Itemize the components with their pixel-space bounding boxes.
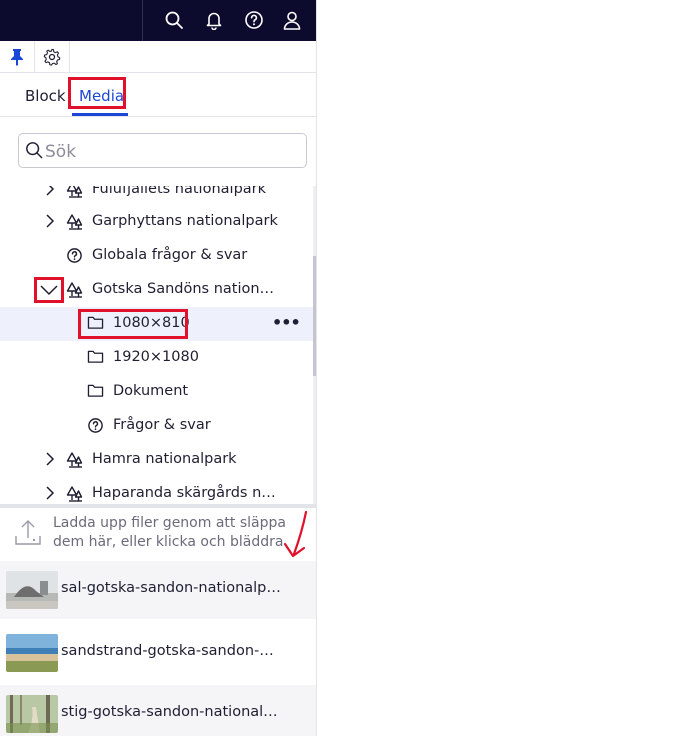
media-folder-tree: Fulufjällets nationalpark Garphyttans na… <box>0 186 316 504</box>
question-icon <box>66 247 83 268</box>
tree-item-label: Fulufjällets nationalpark <box>92 186 267 197</box>
tree-item-label: Haparanda skärgårds n… <box>92 485 276 501</box>
tree-item-label: Gotska Sandöns nation… <box>92 281 275 297</box>
search-field[interactable]: Sök <box>18 133 307 168</box>
folder-icon <box>87 349 104 368</box>
park-icon <box>66 186 84 203</box>
top-bar-divider <box>142 0 143 41</box>
media-list-item[interactable]: stig-gotska-sandon-national… <box>0 685 316 736</box>
tab-block[interactable]: Block <box>25 87 66 105</box>
tree-scrollbar[interactable] <box>313 186 316 504</box>
tree-item[interactable]: Globala frågor & svar <box>0 239 316 273</box>
highlight-box-media-tab <box>68 77 126 109</box>
media-thumbnail <box>6 634 58 672</box>
chevron-right-icon[interactable] <box>44 452 56 470</box>
tree-item[interactable]: Garphyttans nationalpark <box>0 205 316 239</box>
media-panel: Block Media Sök Fulufjällets nationalpar… <box>0 0 317 736</box>
tree-item-label: 1920×1080 <box>113 349 199 365</box>
tree-item[interactable]: Fulufjällets nationalpark <box>0 186 316 207</box>
media-file-name: sal-gotska-sandon-nationalp… <box>61 580 281 596</box>
tree-item-label: Hamra nationalpark <box>92 451 237 467</box>
tree-item[interactable]: Dokument <box>0 375 316 409</box>
media-file-name: stig-gotska-sandon-national… <box>61 704 278 720</box>
tree-item-label: Frågor & svar <box>113 417 211 433</box>
park-icon <box>66 485 84 504</box>
park-icon <box>66 281 84 303</box>
bell-icon[interactable] <box>202 8 226 32</box>
user-icon[interactable] <box>280 8 304 32</box>
upload-icon <box>14 518 42 552</box>
tree-item[interactable]: Hamra nationalpark <box>0 443 316 477</box>
panel-tabs: Block Media <box>0 72 316 117</box>
tree-item-label: Dokument <box>113 383 189 399</box>
highlight-box-chevron <box>34 277 64 303</box>
panel-toolbar <box>0 41 316 73</box>
media-thumbnail <box>6 695 58 733</box>
chevron-right-icon[interactable] <box>44 214 56 232</box>
park-icon <box>66 213 84 235</box>
search-placeholder: Sök <box>45 142 77 162</box>
more-actions-icon[interactable]: ••• <box>272 313 301 332</box>
media-list-item[interactable]: sandstrand-gotska-sandon-… <box>0 624 316 682</box>
question-icon <box>87 417 104 438</box>
tree-item[interactable]: Frågor & svar <box>0 409 316 443</box>
park-icon <box>66 451 84 473</box>
search-field-icon <box>25 141 43 163</box>
media-file-name: sandstrand-gotska-sandon-… <box>61 643 274 659</box>
chevron-right-icon[interactable] <box>44 486 56 504</box>
highlight-box-folder <box>78 309 188 339</box>
help-icon[interactable] <box>242 8 266 32</box>
active-tab-indicator <box>72 113 128 116</box>
media-list-item[interactable]: sal-gotska-sandon-nationalp… <box>0 561 316 619</box>
tree-scrollbar-thumb[interactable] <box>313 256 316 376</box>
tree-item-label: Garphyttans nationalpark <box>92 213 278 229</box>
arrow-annotation-icon <box>276 510 316 566</box>
gear-icon[interactable] <box>35 41 70 72</box>
tree-item[interactable]: 1920×1080 <box>0 341 316 375</box>
search-icon[interactable] <box>162 8 186 32</box>
upload-dropzone[interactable]: Ladda upp filer genom att släppa dem här… <box>0 508 316 560</box>
media-file-list: sal-gotska-sandon-nationalp… sandstrand-… <box>0 561 316 736</box>
pin-icon[interactable] <box>0 41 35 72</box>
top-bar <box>0 0 316 41</box>
media-thumbnail <box>6 571 58 609</box>
chevron-right-icon[interactable] <box>44 186 56 200</box>
folder-icon <box>87 383 104 402</box>
tree-item[interactable]: Haparanda skärgårds n… <box>0 477 316 504</box>
tree-item-label: Globala frågor & svar <box>92 247 248 263</box>
